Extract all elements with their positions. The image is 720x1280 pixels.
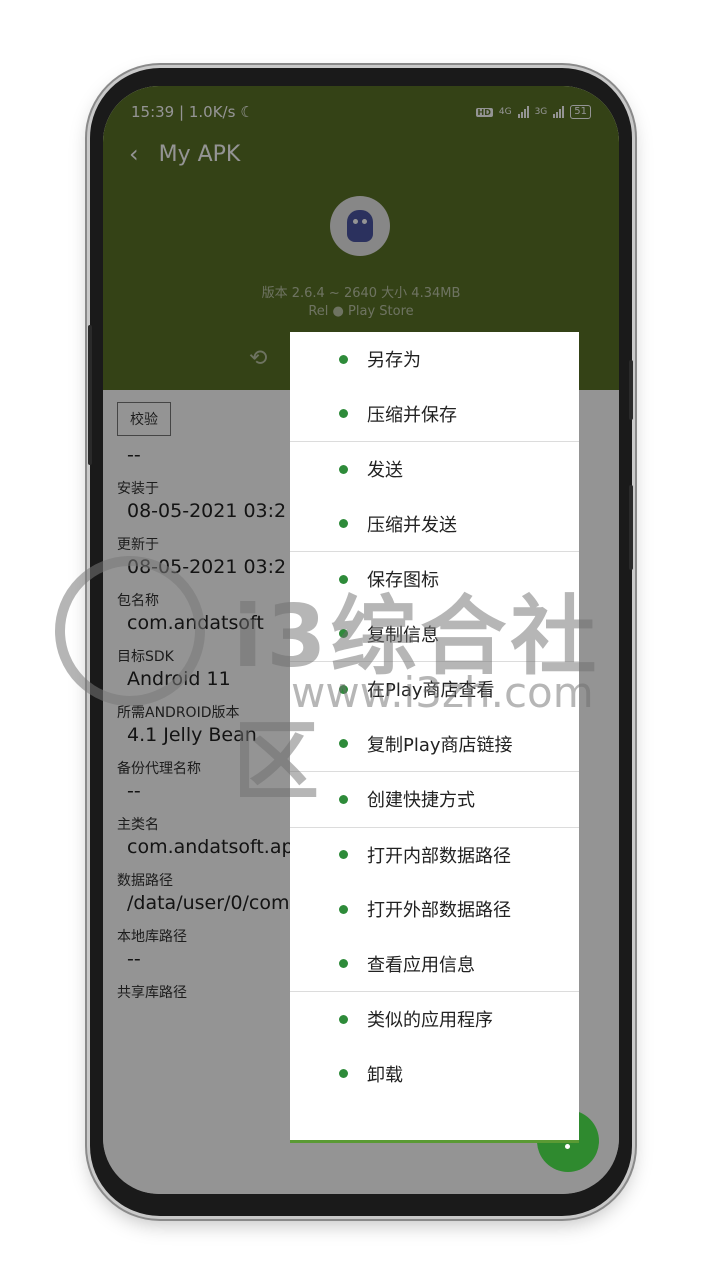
menu-item[interactable]: 压缩并发送 [290, 497, 579, 552]
menu-item-label: 创建快捷方式 [367, 790, 475, 812]
menu-item[interactable]: 打开外部数据路径 [290, 882, 579, 937]
volume-button [88, 325, 92, 465]
menu-item[interactable]: 复制Play商店链接 [290, 717, 579, 772]
menu-item[interactable]: 压缩并保存 [290, 387, 579, 442]
menu-item[interactable]: 创建快捷方式 [290, 772, 579, 827]
menu-item-label: 查看应用信息 [367, 954, 475, 976]
menu-item[interactable]: 类似的应用程序 [290, 992, 579, 1047]
menu-item-label: 保存图标 [367, 570, 439, 592]
bullet-dot-icon [339, 794, 348, 804]
menu-item-label: 复制信息 [367, 624, 439, 646]
menu-item-label: 类似的应用程序 [367, 1010, 493, 1032]
bullet-dot-icon [339, 904, 348, 914]
menu-item-label: 发送 [367, 460, 403, 482]
popup-menu: 另存为压缩并保存发送压缩并发送保存图标复制信息在Play商店查看 复制Play商店… [290, 332, 579, 1143]
bullet-dot-icon [339, 684, 348, 694]
menu-item-label: 另存为 [367, 350, 421, 372]
menu-item[interactable]: 复制信息 [290, 607, 579, 662]
menu-item-label: 打开内部数据路径 [367, 845, 511, 867]
menu-item[interactable]: 另存为 [290, 332, 579, 387]
power-button [629, 360, 633, 420]
bullet-dot-icon [339, 409, 348, 419]
bullet-dot-icon [339, 354, 348, 364]
bullet-dot-icon [339, 464, 348, 474]
bullet-dot-icon [339, 739, 348, 749]
menu-item-label: 压缩并发送 [367, 514, 457, 536]
menu-item[interactable]: 保存图标 [290, 552, 579, 607]
side-button [629, 485, 633, 570]
menu-item[interactable]: 发送 [290, 442, 579, 497]
menu-item[interactable]: 在Play商店查看 [290, 662, 579, 717]
bullet-dot-icon [339, 1069, 348, 1079]
menu-item-label: 复制Play商店链接 [367, 734, 513, 756]
menu-item-label: 在Play商店查看 [367, 680, 495, 702]
menu-item-label: 卸载 [367, 1064, 403, 1086]
menu-item[interactable]: 打开内部数据路径 [290, 828, 579, 883]
bullet-dot-icon [339, 519, 348, 529]
menu-item-label: 压缩并保存 [367, 404, 457, 426]
bullet-dot-icon [339, 574, 348, 584]
bullet-dot-icon [339, 629, 348, 639]
bullet-dot-icon [339, 959, 348, 969]
menu-item[interactable]: 卸载 [290, 1047, 579, 1102]
bullet-dot-icon [339, 850, 348, 860]
bullet-dot-icon [339, 1014, 348, 1024]
menu-item[interactable]: 查看应用信息 [290, 937, 579, 992]
menu-item-label: 打开外部数据路径 [367, 900, 511, 922]
screen: 15:39 | 1.0K/s ☾ HD 4G 3G 51 ‹ My APK 版本… [103, 86, 619, 1194]
